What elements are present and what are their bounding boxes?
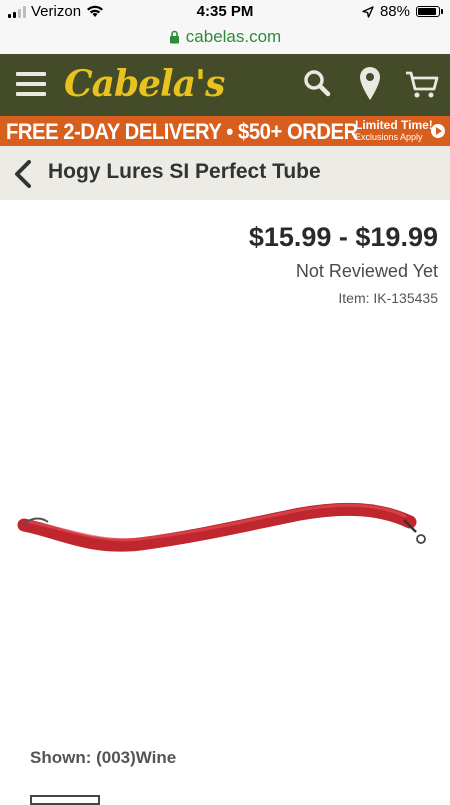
- search-icon[interactable]: [302, 68, 332, 98]
- color-swatch[interactable]: [30, 795, 100, 805]
- cart-icon[interactable]: [405, 70, 439, 100]
- url-text: cabelas.com: [185, 27, 282, 46]
- location-arrow-icon: [362, 5, 374, 18]
- location-pin-icon[interactable]: [358, 66, 382, 102]
- cabelas-logo[interactable]: Cabela's: [64, 63, 225, 105]
- back-chevron-icon[interactable]: [12, 160, 34, 188]
- url-display[interactable]: cabelas.com: [0, 27, 450, 47]
- hamburger-menu-icon[interactable]: [16, 72, 46, 96]
- shown-variant-label: Shown: (003)Wine: [30, 748, 177, 767]
- review-status[interactable]: Not Reviewed Yet: [296, 261, 438, 282]
- promo-banner[interactable]: FREE 2-DAY DELIVERY • $50+ ORDER Limited…: [0, 116, 450, 146]
- battery-icon: [416, 6, 443, 17]
- status-bar: Verizon 4:35 PM 88%: [0, 0, 450, 22]
- promo-limited-time: Limited Time!: [355, 118, 433, 132]
- product-image[interactable]: [0, 480, 450, 570]
- promo-exclusions: Exclusions Apply: [355, 132, 423, 142]
- promo-headline: FREE 2-DAY DELIVERY • $50+ ORDER: [6, 119, 358, 144]
- tube-lure-icon: [17, 502, 426, 552]
- item-number: Item: IK-135435: [338, 290, 438, 306]
- lock-icon: [169, 30, 179, 44]
- site-header: Cabela's: [0, 54, 450, 116]
- promo-arrow-icon[interactable]: [431, 124, 445, 138]
- browser-address-bar[interactable]: cabelas.com: [0, 22, 450, 54]
- page-title: Hogy Lures SI Perfect Tube: [48, 160, 321, 183]
- status-right: 88%: [362, 3, 443, 20]
- battery-percent: 88%: [379, 3, 410, 20]
- product-price: $15.99 - $19.99: [248, 222, 438, 252]
- breadcrumb: Hogy Lures SI Perfect Tube: [0, 146, 450, 200]
